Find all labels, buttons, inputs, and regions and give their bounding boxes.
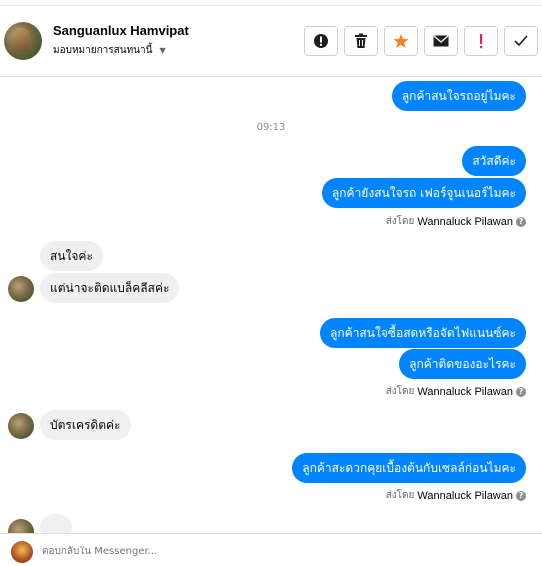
contact-avatar-small[interactable] bbox=[8, 276, 34, 302]
check-icon bbox=[514, 35, 528, 47]
help-icon[interactable]: ? bbox=[516, 490, 526, 501]
outgoing-message[interactable]: ลูกค้ายังสนใจรถ เฟอร์จูนเนอร์ไมคะ bbox=[321, 178, 526, 208]
help-icon[interactable]: ? bbox=[516, 386, 526, 397]
outgoing-message[interactable]: ลูกค้าสะดวกคุยเบื้องต้นกับเซลล์ก่อนไมคะ bbox=[292, 453, 526, 483]
sender-name[interactable]: Wannaluck Pilawan bbox=[417, 490, 513, 502]
mark-done-button[interactable] bbox=[504, 26, 538, 56]
reply-composer bbox=[0, 533, 542, 566]
contact-avatar[interactable] bbox=[4, 22, 42, 60]
top-divider bbox=[0, 0, 542, 6]
caret-down-icon: ▼ bbox=[159, 46, 166, 55]
star-button[interactable] bbox=[384, 26, 418, 56]
contact-avatar-small[interactable] bbox=[8, 413, 34, 439]
incoming-message-partial[interactable] bbox=[40, 514, 72, 533]
incoming-message[interactable]: แต่น่าจะติดแบล็คลีสค่ะ bbox=[40, 273, 180, 303]
reply-input[interactable] bbox=[42, 546, 442, 557]
conversation-header: Sanguanlux Hamvipat มอบหมายการสนทนานี้ ▼ bbox=[0, 7, 542, 77]
incoming-message[interactable]: บัตรเครดิตค่ะ bbox=[40, 410, 131, 440]
incoming-message[interactable]: สนใจค่ะ bbox=[40, 241, 103, 271]
sent-by-label: ส่งโดย Wannaluck Pilawan ? bbox=[386, 214, 526, 229]
follow-up-button[interactable] bbox=[464, 26, 498, 56]
help-icon[interactable]: ? bbox=[516, 216, 526, 227]
assign-label: มอบหมายการสนทนานี้ bbox=[53, 45, 153, 56]
delete-button[interactable] bbox=[344, 26, 378, 56]
timestamp: 09:13 bbox=[256, 122, 286, 133]
exclamation-icon bbox=[480, 34, 483, 49]
header-actions bbox=[304, 26, 538, 56]
sender-name[interactable]: Wannaluck Pilawan bbox=[417, 386, 513, 398]
sender-name[interactable]: Wannaluck Pilawan bbox=[417, 216, 513, 228]
contact-name[interactable]: Sanguanlux Hamvipat bbox=[53, 23, 189, 38]
envelope-icon bbox=[433, 35, 449, 47]
message-thread[interactable]: ลูกค้าสนใจรถอยู่ไมคะ 09:13 สวัสดีค่ะ ลูก… bbox=[0, 78, 542, 533]
assign-conversation-dropdown[interactable]: มอบหมายการสนทนานี้ ▼ bbox=[53, 43, 166, 58]
star-icon bbox=[393, 34, 409, 48]
sent-by-prefix: ส่งโดย bbox=[385, 490, 415, 501]
page-avatar bbox=[11, 541, 33, 563]
exclamation-circle-icon bbox=[314, 34, 328, 48]
contact-avatar-small[interactable] bbox=[8, 519, 34, 533]
sent-by-label: ส่งโดย Wannaluck Pilawan ? bbox=[386, 488, 526, 503]
outgoing-message[interactable]: ลูกค้าสนใจรถอยู่ไมคะ bbox=[391, 81, 526, 111]
sent-by-label: ส่งโดย Wannaluck Pilawan ? bbox=[386, 384, 526, 399]
outgoing-message[interactable]: ลูกค้าติดของอะไรคะ bbox=[399, 349, 526, 379]
outgoing-message[interactable]: สวัสดีค่ะ bbox=[462, 146, 526, 176]
mark-unread-button[interactable] bbox=[424, 26, 458, 56]
sent-by-prefix: ส่งโดย bbox=[385, 216, 415, 227]
sent-by-prefix: ส่งโดย bbox=[385, 386, 415, 397]
mark-spam-button[interactable] bbox=[304, 26, 338, 56]
trash-icon bbox=[355, 33, 367, 48]
outgoing-message[interactable]: ลูกค้าสนใจซื้อสดหรือจัดไฟแนนซ์คะ bbox=[320, 318, 526, 348]
